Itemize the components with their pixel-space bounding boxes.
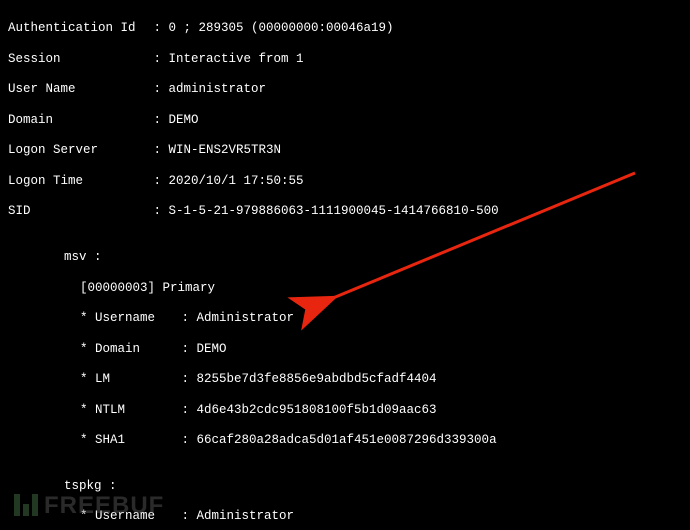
- domain-line: Domain : DEMO: [8, 113, 690, 128]
- sid-value: S-1-5-21-979886063-1111900045-1414766810…: [169, 204, 499, 218]
- logon-time-line: Logon Time : 2020/10/1 17:50:55: [8, 174, 690, 189]
- domain-value: DEMO: [169, 113, 199, 127]
- watermark-icon: [14, 494, 38, 516]
- watermark: FREEBUF: [14, 491, 164, 520]
- logon-server-line: Logon Server : WIN-ENS2VR5TR3N: [8, 143, 690, 158]
- msv-username: * Username : Administrator: [8, 311, 690, 326]
- auth-id-label: Authentication Id: [8, 21, 146, 36]
- logon-time-label: Logon Time: [8, 174, 146, 189]
- user-name-label: User Name: [8, 82, 146, 97]
- msv-lm: * LM : 8255be7d3fe8856e9abdbd5cfadf4404: [8, 372, 690, 387]
- terminal-output: Authentication Id : 0 ; 289305 (00000000…: [0, 0, 690, 530]
- msv-domain: * Domain : DEMO: [8, 342, 690, 357]
- auth-id-value: 0 ; 289305 (00000000:00046a19): [169, 21, 394, 35]
- msv-id: [00000003] Primary: [8, 281, 690, 296]
- sid-line: SID : S-1-5-21-979886063-1111900045-1414…: [8, 204, 690, 219]
- session-line: Session : Interactive from 1: [8, 52, 690, 67]
- msv-section: msv :: [8, 250, 690, 265]
- auth-id-line: Authentication Id : 0 ; 289305 (00000000…: [8, 21, 690, 36]
- session-label: Session: [8, 52, 146, 67]
- watermark-text: FREEBUF: [44, 491, 164, 520]
- msv-sha1: * SHA1 : 66caf280a28adca5d01af451e008729…: [8, 433, 690, 448]
- msv-ntlm: * NTLM : 4d6e43b2cdc951808100f5b1d09aac6…: [8, 403, 690, 418]
- user-name-line: User Name : administrator: [8, 82, 690, 97]
- sid-label: SID: [8, 204, 146, 219]
- logon-time-value: 2020/10/1 17:50:55: [169, 174, 304, 188]
- user-name-value: administrator: [169, 82, 267, 96]
- logon-server-label: Logon Server: [8, 143, 146, 158]
- domain-label: Domain: [8, 113, 146, 128]
- logon-server-value: WIN-ENS2VR5TR3N: [169, 143, 282, 157]
- session-value: Interactive from 1: [169, 52, 304, 66]
